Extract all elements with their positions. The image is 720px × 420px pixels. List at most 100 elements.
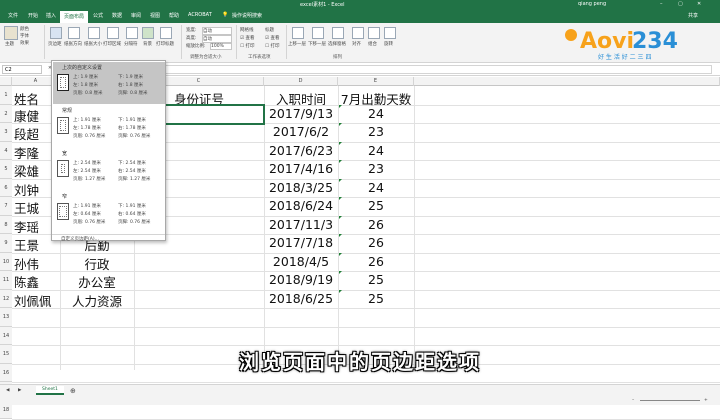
row-header[interactable]: 5	[0, 160, 12, 179]
row-header[interactable]: 2	[0, 104, 12, 123]
row-header[interactable]: 12	[0, 289, 12, 308]
cell-days[interactable]: 25	[338, 291, 414, 306]
cell-date[interactable]: 2017/11/3	[264, 217, 338, 232]
tab-home[interactable]: 开始	[28, 12, 38, 19]
row-header[interactable]: 14	[0, 326, 12, 345]
rotate-button[interactable]: 旋转	[384, 41, 393, 47]
group-icon[interactable]	[368, 27, 380, 39]
row-header[interactable]: 3	[0, 123, 12, 142]
bring-forward-button[interactable]: 上移一层	[288, 41, 306, 47]
scale-input[interactable]: 100%	[210, 43, 232, 50]
tab-insert[interactable]: 插入	[46, 12, 56, 19]
align-button[interactable]: 对齐	[352, 41, 361, 47]
cell-date[interactable]: 2017/6/23	[264, 143, 338, 158]
cell-dept[interactable]: 办公室	[62, 272, 132, 291]
tab-formulas[interactable]: 公式	[93, 12, 103, 19]
cell-date[interactable]: 2017/9/13	[264, 106, 338, 121]
row-header[interactable]: 13	[0, 308, 12, 327]
background-icon[interactable]	[142, 27, 154, 39]
bring-forward-icon[interactable]	[292, 27, 304, 39]
tab-review[interactable]: 审阅	[131, 12, 141, 19]
share-button[interactable]: 共享	[688, 12, 698, 19]
cell-date[interactable]: 2018/4/5	[264, 254, 338, 269]
selection-pane-button[interactable]: 选择窗格	[328, 41, 346, 47]
zoom-out-icon[interactable]: –	[632, 398, 634, 403]
cell-name[interactable]: 孙伟	[14, 254, 62, 273]
tab-page-layout[interactable]: 页面布局	[60, 11, 89, 23]
tell-me-search[interactable]: 操作说明搜索	[232, 12, 262, 19]
print-area-button[interactable]: 打印区域	[103, 41, 121, 47]
maximize-icon[interactable]: ▢	[678, 1, 683, 7]
cell-name[interactable]: 刘佩佩	[14, 291, 62, 310]
close-icon[interactable]: ✕	[697, 1, 701, 7]
column-header-e[interactable]: E	[338, 77, 414, 86]
align-icon[interactable]	[352, 27, 364, 39]
size-icon[interactable]	[88, 27, 100, 39]
row-header[interactable]: 1	[0, 86, 12, 105]
row-header[interactable]: 8	[0, 215, 12, 234]
breaks-icon[interactable]	[126, 27, 138, 39]
cell-days[interactable]: 25	[338, 198, 414, 213]
cell-date[interactable]: 2018/9/19	[264, 272, 338, 287]
margins-icon[interactable]	[50, 27, 62, 39]
cell-days[interactable]: 26	[338, 217, 414, 232]
cell-days[interactable]: 24	[338, 143, 414, 158]
width-select[interactable]: 自动	[202, 27, 232, 35]
margin-option-wide[interactable]: 宽 上: 2.54 厘米 下: 2.54 厘米 左: 2.54 厘米 右: 2.…	[53, 148, 165, 190]
orientation-button[interactable]: 纸张方向	[64, 41, 82, 47]
cell-days[interactable]: 25	[338, 272, 414, 287]
cell-name[interactable]: 陈鑫	[14, 272, 62, 291]
print-titles-icon[interactable]	[160, 27, 172, 39]
cell-days[interactable]: 23	[338, 161, 414, 176]
send-backward-button[interactable]: 下移一层	[308, 41, 326, 47]
headings-print-checkbox[interactable]: ☐ 打印	[265, 43, 279, 49]
zoom-slider[interactable]	[640, 400, 700, 401]
cell-date[interactable]: 2017/4/16	[264, 161, 338, 176]
formula-input[interactable]	[72, 65, 712, 74]
row-header[interactable]: 9	[0, 234, 12, 253]
cell-days[interactable]: 23	[338, 124, 414, 139]
cell-days[interactable]: 26	[338, 235, 414, 250]
selection-pane-icon[interactable]	[332, 27, 344, 39]
cell-date[interactable]: 2017/6/2	[264, 124, 338, 139]
cell-date[interactable]: 2018/6/24	[264, 198, 338, 213]
orientation-icon[interactable]	[68, 27, 80, 39]
print-titles-button[interactable]: 打印标题	[156, 41, 174, 47]
print-area-icon[interactable]	[107, 27, 119, 39]
custom-margins-button[interactable]: 自定义页边距(A)...	[61, 236, 99, 242]
zoom-in-icon[interactable]: +	[704, 398, 708, 403]
gridlines-view-checkbox[interactable]: ☑ 查看	[240, 35, 254, 41]
theme-effects-button[interactable]: 效果	[20, 40, 29, 46]
margins-button[interactable]: 页边距	[48, 41, 62, 47]
cell-dept[interactable]: 人力资源	[62, 291, 132, 310]
column-header-d[interactable]: D	[264, 77, 338, 86]
scroll-right-icon[interactable]: ▶	[18, 388, 21, 393]
cell-date[interactable]: 2017/7/18	[264, 235, 338, 250]
row-header[interactable]: 7	[0, 197, 12, 216]
scroll-left-icon[interactable]: ◀	[6, 388, 9, 393]
add-sheet-icon[interactable]: ⊕	[70, 387, 76, 395]
sheet-tab-sheet1[interactable]: Sheet1	[36, 386, 64, 395]
row-header[interactable]: 10	[0, 252, 12, 271]
row-header[interactable]: 11	[0, 271, 12, 290]
theme-fonts-button[interactable]: 字体	[20, 33, 29, 39]
breaks-button[interactable]: 分隔符	[124, 41, 138, 47]
headings-view-checkbox[interactable]: ☑ 查看	[265, 35, 279, 41]
select-all-corner[interactable]	[0, 77, 12, 86]
send-backward-icon[interactable]	[312, 27, 324, 39]
rotate-icon[interactable]	[384, 27, 396, 39]
tab-acrobat[interactable]: ACROBAT	[188, 12, 212, 18]
gridlines-print-checkbox[interactable]: ☐ 打印	[240, 43, 254, 49]
themes-icon[interactable]	[4, 26, 18, 40]
cell-days[interactable]: 26	[338, 254, 414, 269]
cell-days[interactable]: 24	[338, 106, 414, 121]
margin-option-narrow[interactable]: 窄 上: 1.91 厘米 下: 1.91 厘米 左: 0.64 厘米 右: 0.…	[53, 191, 165, 233]
name-box[interactable]: C2	[2, 65, 42, 74]
size-button[interactable]: 纸张大小	[84, 41, 102, 47]
tab-file[interactable]: 文件	[8, 12, 18, 19]
cell-date[interactable]: 2018/6/25	[264, 291, 338, 306]
tab-help[interactable]: 帮助	[169, 12, 179, 19]
margin-option-last-custom[interactable]: 上次的自定义设置 上: 1.9 厘米 下: 1.9 厘米 左: 1.8 厘米 右…	[53, 62, 165, 104]
tab-data[interactable]: 数据	[112, 12, 122, 19]
cell-dept[interactable]: 行政	[62, 254, 132, 273]
